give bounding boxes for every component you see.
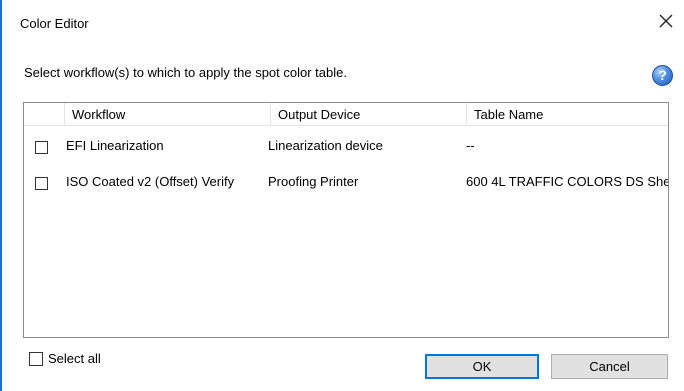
table-row[interactable]: ISO Coated v2 (Offset) Verify Proofing P… — [24, 173, 669, 193]
table-name-cell: -- — [466, 138, 475, 153]
instruction-text: Select workflow(s) to which to apply the… — [24, 65, 347, 80]
list-header: Workflow Output Device Table Name — [24, 103, 668, 126]
table-name-cell: 600 4L TRAFFIC COLORS DS Sheet — [466, 174, 669, 189]
output-device-cell: Proofing Printer — [268, 174, 359, 189]
header-checkbox-column — [24, 103, 64, 126]
row-checkbox[interactable] — [35, 177, 48, 190]
output-device-cell: Linearization device — [268, 138, 383, 153]
dialog-title: Color Editor — [20, 16, 89, 31]
column-header-output-device[interactable]: Output Device — [270, 103, 466, 126]
workflow-cell: ISO Coated v2 (Offset) Verify — [66, 174, 235, 189]
cancel-button[interactable]: Cancel — [551, 354, 668, 379]
column-header-workflow[interactable]: Workflow — [64, 103, 270, 126]
select-all-label: Select all — [48, 351, 101, 366]
workflow-cell: EFI Linearization — [66, 138, 164, 153]
table-row[interactable]: EFI Linearization Linearization device -… — [24, 137, 668, 157]
select-all-control[interactable]: Select all — [29, 351, 101, 366]
close-icon[interactable] — [657, 12, 675, 30]
help-icon[interactable]: ? — [652, 65, 673, 86]
row-checkbox[interactable] — [35, 141, 48, 154]
workflow-list[interactable]: Workflow Output Device Table Name EFI Li… — [23, 102, 669, 338]
ok-button[interactable]: OK — [425, 354, 539, 379]
select-all-checkbox[interactable] — [29, 351, 43, 366]
window-border — [0, 0, 2, 391]
column-header-table-name[interactable]: Table Name — [466, 103, 668, 126]
